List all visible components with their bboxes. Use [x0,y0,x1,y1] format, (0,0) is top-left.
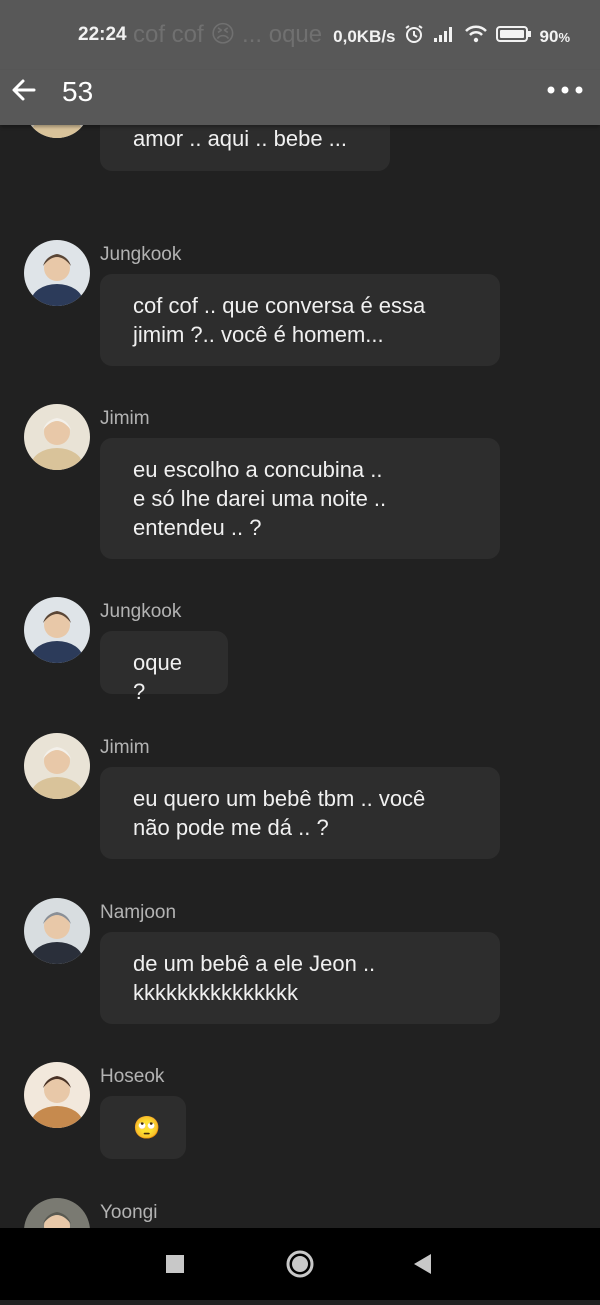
wifi-icon [464,25,488,48]
status-bar: cof cof 😣 ... oque 22:24 0,0KB/s 90% [0,0,600,70]
signal-icon [432,25,456,48]
sender-name[interactable]: Jimim [100,408,150,430]
sender-name[interactable]: Jungkook [100,244,181,266]
app-header: 53 [0,70,600,125]
avatar-image [24,240,90,306]
message-bubble[interactable]: eu escolho a concubina .. e só lhe darei… [100,438,500,559]
network-speed: 0,0KB/s [333,26,396,46]
sender-name[interactable]: Jungkook [100,601,181,623]
arrow-left-icon[interactable] [8,74,40,106]
avatar-image [24,1198,90,1228]
avatar[interactable] [24,404,90,470]
sender-name[interactable]: Yoongi [100,1202,157,1224]
avatar-image [24,404,90,470]
more-dots-icon[interactable] [544,76,586,104]
message-bubble[interactable]: cof cof .. que conversa é essa jimim ?..… [100,274,500,366]
sender-name[interactable]: Hoseok [100,1066,164,1088]
square-icon[interactable] [135,1228,215,1300]
status-time: 22:24 [78,24,127,45]
avatar[interactable] [24,597,90,663]
notification-preview: cof cof 😣 ... oque [133,21,323,48]
battery-icon [495,25,532,48]
message-bubble[interactable]: 🙄 [100,1096,186,1159]
message-bubble[interactable]: de um bebê a ele Jeon .. kkkkkkkkkkkkkkk [100,932,500,1024]
avatar-image [24,1062,90,1128]
sender-name[interactable]: Namjoon [100,902,176,924]
triangle-back-icon[interactable] [383,1228,463,1300]
system-nav-bar [0,1228,600,1300]
chat-title: 53 [62,76,94,107]
avatar[interactable] [24,240,90,306]
battery-level: 90% [539,26,570,46]
message-bubble[interactable]: eu quero um bebê tbm .. você não pode me… [100,767,500,859]
avatar[interactable] [24,733,90,799]
avatar-image [24,597,90,663]
status-icons: 0,0KB/s 90% [333,24,570,49]
avatar-image [24,733,90,799]
sender-name[interactable]: Jimim [100,737,150,759]
avatar[interactable] [24,898,90,964]
circle-icon[interactable] [260,1228,340,1300]
message-bubble[interactable]: oque ? [100,631,228,704]
avatar-image [24,898,90,964]
alarm-icon [404,24,424,49]
avatar[interactable] [24,1062,90,1128]
avatar[interactable] [24,1198,90,1228]
chat-message-list[interactable]: Jimimamor .. aqui .. bebe ... Jungkookco… [0,70,600,1228]
